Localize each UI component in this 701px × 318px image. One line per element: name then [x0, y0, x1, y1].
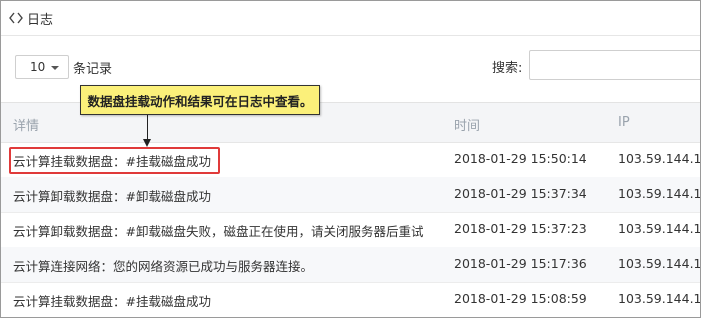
log-panel: 日志 10 条记录 搜索: 详情 时间 IP 云计算挂载数据盘：#挂载磁盘成功 …: [0, 0, 701, 318]
callout-arrow-line: [147, 115, 148, 141]
search-input[interactable]: [529, 50, 700, 80]
row-time: 2018-01-29 15:17:36: [454, 256, 587, 271]
row-ip: 103.59.144.1: [618, 256, 701, 271]
row-detail: 云计算卸载数据盘：#卸载磁盘失败，磁盘正在使用，请关闭服务器后重试: [13, 224, 424, 239]
row-ip: 103.59.144.1: [618, 291, 701, 306]
row-detail: 云计算挂载数据盘：#挂载磁盘成功: [13, 294, 211, 309]
table-row: 云计算连接网络：您的网络资源已成功与服务器连接。 2018-01-29 15:1…: [1, 247, 700, 283]
column-header-ip[interactable]: IP: [618, 115, 630, 130]
row-time: 2018-01-29 15:37:23: [454, 221, 587, 236]
page-length-label: 条记录: [73, 61, 113, 77]
page-length-value: 10: [30, 60, 46, 74]
panel-header: 日志: [1, 1, 700, 36]
column-header-time[interactable]: 时间: [454, 115, 480, 134]
row-ip: 103.59.144.1: [618, 186, 701, 201]
table-row: 云计算卸载数据盘：#卸载磁盘成功 2018-01-29 15:37:34 103…: [1, 177, 700, 213]
row-time: 2018-01-29 15:37:34: [454, 186, 587, 201]
annotation-callout: 数据盘挂载动作和结果可在日志中查看。: [80, 85, 320, 115]
callout-text: 数据盘挂载动作和结果可在日志中查看。: [87, 93, 313, 109]
row-ip: 103.59.144.1: [618, 221, 701, 236]
page-length-select[interactable]: 10: [15, 55, 69, 79]
table-row: 云计算卸载数据盘：#卸载磁盘失败，磁盘正在使用，请关闭服务器后重试 2018-0…: [1, 212, 700, 248]
row-ip: 103.59.144.1: [618, 151, 701, 166]
page-length-control: 10 条记录: [15, 55, 112, 79]
arrow-down-icon: [143, 139, 151, 147]
search-label: 搜索:: [492, 61, 523, 76]
code-brackets-icon: [8, 10, 24, 26]
table-row: 云计算挂载数据盘：#挂载磁盘成功 2018-01-29 15:08:59 103…: [1, 282, 701, 317]
row-time: 2018-01-29 15:50:14: [454, 151, 587, 166]
chevron-down-icon: [51, 66, 59, 70]
column-header-detail[interactable]: 详情: [13, 115, 39, 134]
panel-title: 日志: [27, 12, 54, 28]
highlight-box: [9, 147, 220, 174]
row-time: 2018-01-29 15:08:59: [454, 291, 587, 306]
row-detail: 云计算连接网络：您的网络资源已成功与服务器连接。: [13, 259, 314, 274]
row-detail: 云计算卸载数据盘：#卸载磁盘成功: [13, 189, 211, 204]
